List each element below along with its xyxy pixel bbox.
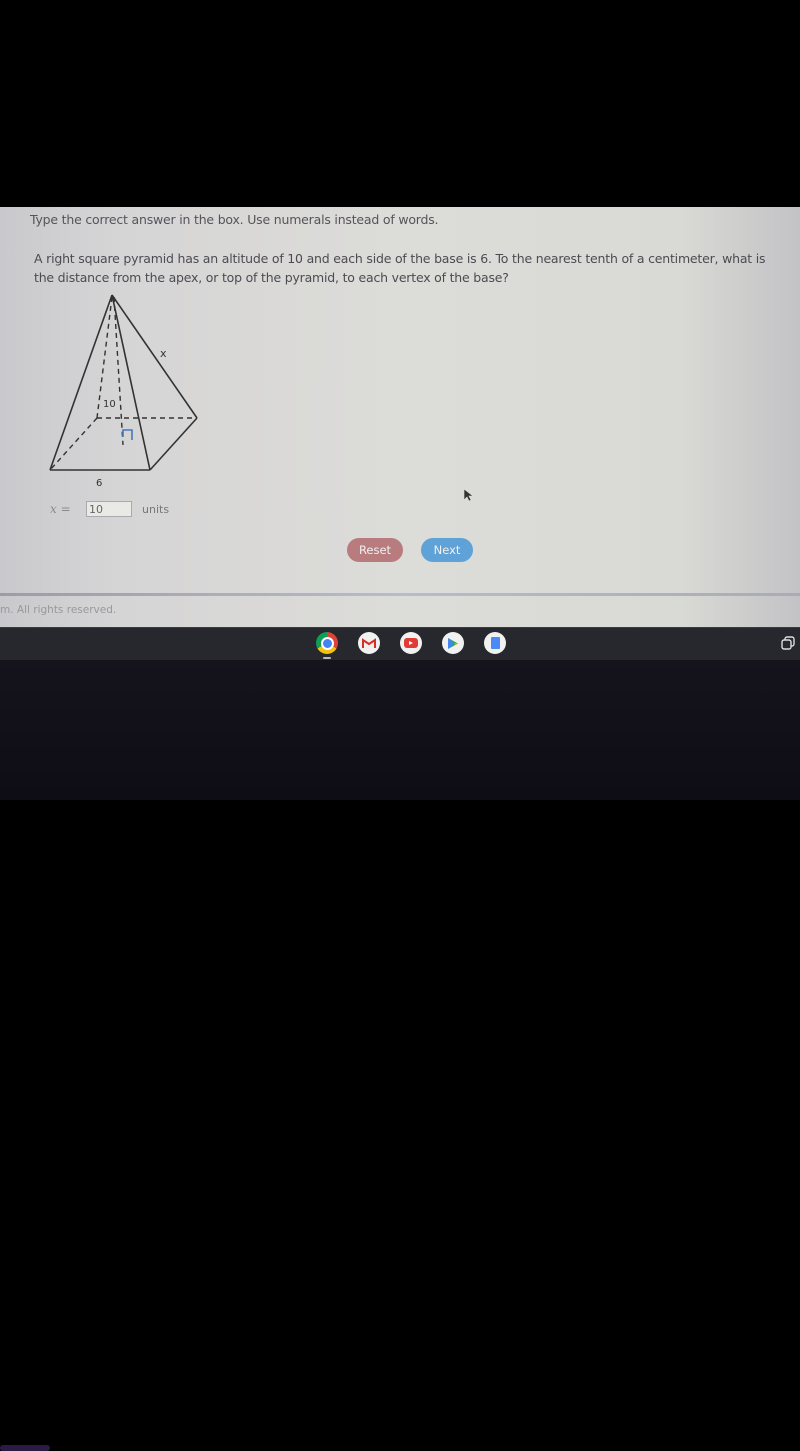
label-x: x	[160, 347, 167, 360]
window-overview-icon[interactable]	[781, 636, 795, 650]
quiz-screen: Type the correct answer in the box. Use …	[0, 207, 800, 627]
youtube-icon[interactable]	[400, 632, 422, 654]
running-indicator	[323, 657, 331, 659]
mouse-cursor-icon	[463, 488, 474, 502]
answer-input[interactable]	[86, 501, 132, 517]
os-shelf	[0, 627, 800, 661]
chrome-icon[interactable]	[316, 632, 338, 659]
play-store-icon[interactable]	[442, 632, 464, 654]
bottom-bezel	[0, 660, 800, 1451]
answer-row: x = units	[50, 499, 169, 519]
next-button[interactable]: Next	[421, 538, 473, 562]
pyramid-figure: x 10 6	[49, 294, 198, 489]
altitude-line	[113, 296, 124, 446]
question-text: A right square pyramid has an altitude o…	[34, 251, 766, 285]
footer-divider	[0, 593, 800, 596]
copyright-text: m. All rights reserved.	[0, 604, 117, 616]
app-dock	[316, 632, 506, 659]
instruction-text: Type the correct answer in the box. Use …	[30, 212, 439, 227]
edge-front-left	[49, 294, 113, 471]
reset-button[interactable]: Reset	[347, 538, 403, 562]
label-base: 6	[96, 478, 102, 489]
answer-label: x =	[50, 502, 71, 516]
reflection-glow	[0, 1445, 50, 1451]
gmail-icon[interactable]	[358, 632, 380, 654]
right-angle-marker	[122, 429, 133, 440]
docs-icon[interactable]	[484, 632, 506, 654]
units-label: units	[142, 502, 170, 516]
label-altitude: 10	[103, 399, 116, 410]
top-bezel	[0, 0, 800, 207]
base-right	[149, 417, 198, 471]
base-left-hidden	[49, 417, 98, 471]
